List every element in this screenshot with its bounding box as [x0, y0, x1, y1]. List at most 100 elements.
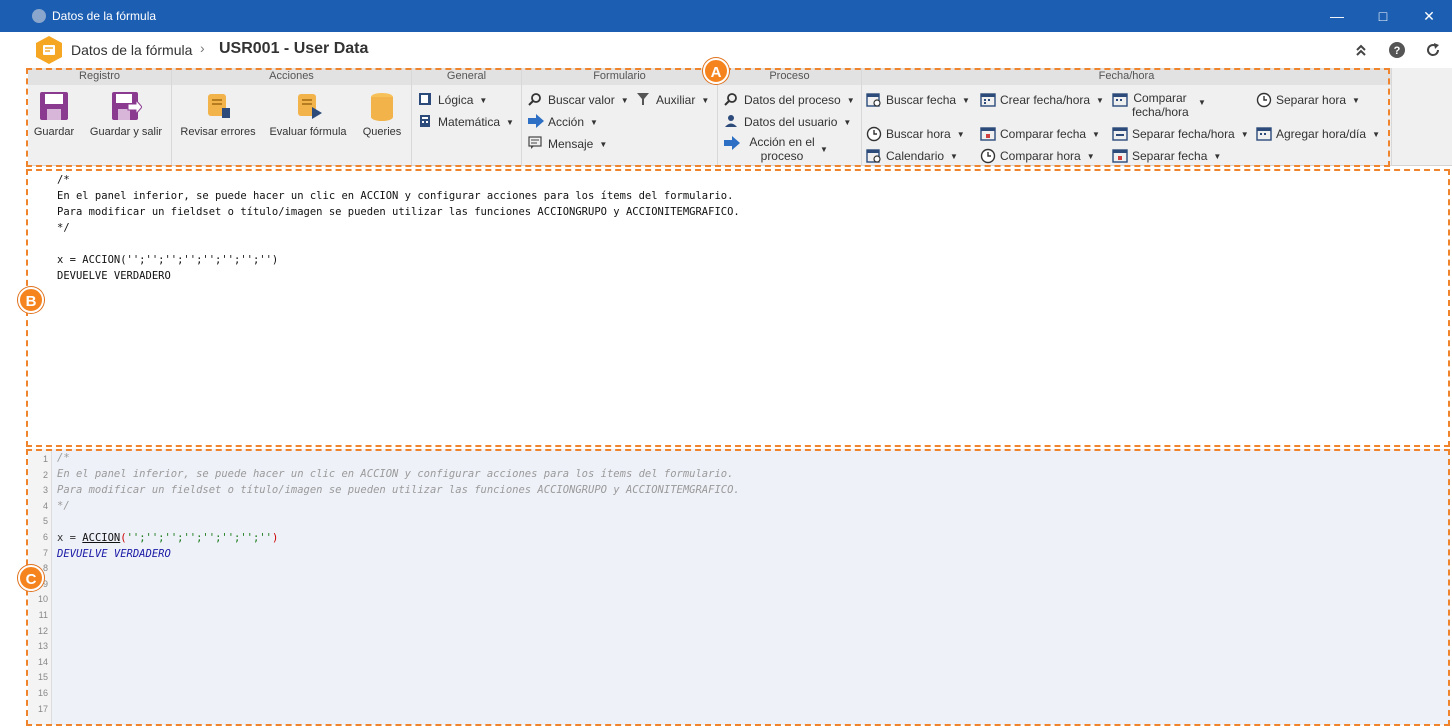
line-number: 14: [37, 656, 48, 667]
separar-hora-dropdown[interactable]: Separar hora ▼: [1256, 90, 1376, 110]
crear-fecha-hora-dropdown[interactable]: Crear fecha/hora ▼: [980, 90, 1110, 110]
formula-text-panel[interactable]: /* En el panel inferior, se puede hacer …: [28, 170, 1450, 446]
line-number: 10: [37, 594, 48, 605]
annotation-badge-c: C: [18, 565, 44, 591]
page-title: USR001 - User Data: [219, 40, 369, 57]
calendar-search-icon: [866, 149, 881, 163]
chevron-down-icon: ▼: [950, 152, 958, 162]
agregar-hora-dia-dropdown[interactable]: Agregar hora/día ▼: [1256, 124, 1386, 144]
chevron-down-icon: ▼: [1240, 130, 1249, 140]
clock-icon: [980, 148, 996, 164]
chevron-down-icon: ▼: [820, 145, 828, 154]
ribbon-group-fecha-hora: Fecha/hora Buscar fecha ▼ Crear fecha/hor…: [862, 68, 1392, 166]
comparar-fecha-hora-label-1: Comparar: [1133, 91, 1187, 105]
code-editor[interactable]: 1 2 3 4 5 6 7 8 9 10 11 12 13 14 15 16 17 /* En el panel…: [28, 449, 1450, 725]
queries-button[interactable]: Queries: [358, 90, 406, 138]
buscar-fecha-dropdown[interactable]: Buscar fecha ▼: [866, 90, 976, 110]
save-button[interactable]: Guardar: [30, 90, 78, 138]
matematica-label: Matemática: [438, 115, 501, 129]
separar-fecha-hora-dropdown[interactable]: Separar fecha/hora ▼: [1112, 124, 1254, 144]
chevron-down-icon: ▼: [846, 96, 855, 106]
window-title: Datos de la fórmula: [52, 9, 157, 23]
plain-line: En el panel inferior, se puede hacer un …: [57, 190, 734, 202]
mensaje-dropdown[interactable]: Mensaje ▼: [528, 134, 628, 154]
comparar-fecha-dropdown[interactable]: Comparar fecha ▼: [980, 124, 1110, 144]
search-icon: [528, 93, 541, 106]
accion-proceso-label-2: proceso: [760, 149, 804, 163]
accion-proceso-dropdown[interactable]: Acción en el proceso ▼: [724, 134, 860, 164]
ribbon-toolbar: Registro Guardar Guardar y salir Accione…: [28, 68, 1452, 166]
code-line: En el panel inferior, se puede hacer un …: [57, 468, 734, 480]
app-icon: [32, 9, 46, 23]
code-line: x = ACCION('';'';'';'';'';'';'';''): [57, 530, 278, 546]
calendario-dropdown[interactable]: Calendario ▼: [866, 146, 976, 166]
help-icon[interactable]: ?: [1388, 41, 1406, 59]
calendario-label: Calendario: [886, 149, 945, 163]
line-number: 4: [42, 500, 48, 511]
plain-line: */: [57, 222, 70, 234]
chevron-down-icon: ▼: [1213, 152, 1222, 162]
auxiliar-dropdown[interactable]: Auxiliar ▼: [636, 90, 716, 110]
group-title: Acciones: [172, 68, 411, 85]
code-line: /*: [57, 452, 70, 464]
svg-text:?: ?: [1394, 45, 1401, 57]
code-line: Para modificar un fieldset o título/imag…: [57, 484, 740, 496]
accion-proceso-label-1: Acción en el: [749, 135, 815, 149]
save-icon: [40, 92, 68, 120]
save-exit-label: Guardar y salir: [89, 126, 163, 138]
buscar-fecha-label: Buscar fecha: [886, 93, 957, 107]
comparar-fecha-hora-label-2: fecha/hora: [1132, 105, 1189, 119]
breadcrumb-root[interactable]: Datos de la fórmula: [71, 42, 192, 58]
separar-fecha-dropdown[interactable]: Separar fecha ▼: [1112, 146, 1254, 166]
close-button[interactable]: ✕: [1406, 0, 1452, 32]
line-number: 11: [38, 610, 48, 620]
datos-proceso-dropdown[interactable]: Datos del proceso ▼: [724, 90, 860, 110]
chevron-down-icon: ▼: [1198, 98, 1206, 107]
accion-function-token[interactable]: ACCION: [82, 532, 120, 544]
chevron-down-icon: ▼: [590, 118, 598, 128]
maximize-button[interactable]: □: [1360, 0, 1406, 32]
crear-fecha-hora-label: Crear fecha/hora: [1000, 93, 1091, 107]
page-header: Datos de la fórmula › USR001 - User Data…: [26, 32, 1452, 68]
code-token: ): [271, 532, 279, 544]
minimize-button[interactable]: —: [1314, 0, 1360, 32]
ribbon-group-formulario: Formulario Buscar valor ▼ Auxiliar ▼ Acció…: [522, 68, 718, 166]
ribbon-group-acciones: Acciones Revisar errores Evaluar fórmula…: [172, 68, 412, 166]
chevron-down-icon: ▼: [701, 96, 710, 106]
group-title: Fecha/hora: [862, 68, 1391, 85]
buscar-hora-dropdown[interactable]: Buscar hora ▼: [866, 124, 976, 144]
chevron-down-icon: ▼: [1092, 130, 1100, 140]
code-token: x =: [57, 532, 83, 544]
chevron-down-icon: ▼: [1352, 96, 1360, 106]
calculator-icon: [420, 115, 430, 127]
datos-proceso-label: Datos del proceso: [744, 93, 841, 107]
calendar-icon: [1112, 127, 1128, 141]
logica-dropdown[interactable]: Lógica ▼: [418, 90, 518, 110]
comparar-hora-dropdown[interactable]: Comparar hora ▼: [980, 146, 1110, 166]
save-and-exit-button[interactable]: Guardar y salir: [86, 90, 166, 138]
evaluate-formula-button[interactable]: Evaluar fórmula: [266, 90, 350, 138]
annotation-badge-b: B: [18, 287, 44, 313]
comparar-fecha-hora-dropdown[interactable]: Comparar fecha/hora ▼: [1112, 90, 1252, 120]
message-icon: [528, 136, 542, 149]
review-errors-button[interactable]: Revisar errores: [178, 90, 258, 138]
clock-icon: [866, 126, 882, 142]
calendar-icon: [980, 93, 996, 107]
matematica-dropdown[interactable]: Matemática ▼: [418, 112, 518, 132]
refresh-icon[interactable]: [1424, 41, 1442, 59]
calendar-icon: [1256, 127, 1272, 141]
save-label: Guardar: [33, 126, 75, 138]
line-number: 15: [37, 672, 48, 683]
line-number: 7: [42, 547, 48, 558]
group-title: Registro: [28, 68, 171, 85]
scroll-check-icon: [208, 94, 230, 118]
collapse-icon[interactable]: [1352, 41, 1370, 59]
group-title: Formulario: [522, 68, 717, 85]
line-number: 17: [37, 703, 48, 714]
line-number: 6: [42, 532, 48, 542]
chevron-down-icon: ▼: [1372, 130, 1380, 140]
datos-usuario-dropdown[interactable]: Datos del usuario ▼: [724, 112, 860, 132]
line-number: 1: [42, 454, 48, 464]
accion-dropdown[interactable]: Acción ▼: [528, 112, 628, 132]
buscar-valor-dropdown[interactable]: Buscar valor ▼: [528, 90, 634, 110]
